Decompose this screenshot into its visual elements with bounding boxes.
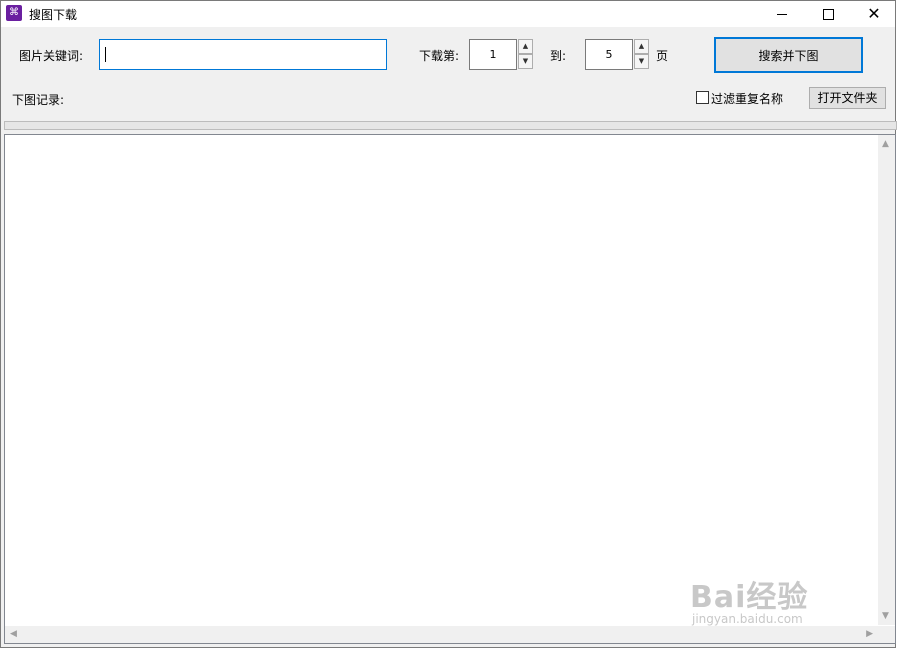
page-unit-label: 页 <box>656 49 669 63</box>
log-label: 下图记录: <box>12 93 65 107</box>
spin-down-icon[interactable]: ▼ <box>634 54 649 69</box>
search-download-button[interactable]: 搜索并下图 <box>714 37 863 73</box>
scroll-down-icon[interactable]: ▼ <box>882 611 889 621</box>
to-page-stepper[interactable]: 5 ▲ ▼ <box>585 39 649 70</box>
keyword-label: 图片关键词: <box>19 49 84 63</box>
close-button[interactable]: ✕ <box>851 1 897 27</box>
to-label: 到: <box>550 49 567 63</box>
minimize-icon <box>777 13 787 15</box>
window-title: 搜图下载 <box>29 8 78 22</box>
scroll-left-icon[interactable]: ◀ <box>10 629 17 639</box>
open-folder-button[interactable]: 打开文件夹 <box>809 87 886 109</box>
scroll-corner <box>878 626 895 643</box>
from-page-value[interactable]: 1 <box>469 39 517 70</box>
close-icon: ✕ <box>867 4 881 23</box>
scroll-up-icon[interactable]: ▲ <box>882 139 889 149</box>
from-page-stepper[interactable]: 1 ▲ ▼ <box>469 39 533 70</box>
filter-duplicates-label[interactable]: 过滤重复名称 <box>711 90 783 107</box>
download-from-label: 下载第: <box>419 49 460 63</box>
title-bar: ⌘ 搜图下载 ✕ <box>1 1 895 27</box>
to-page-value[interactable]: 5 <box>585 39 633 70</box>
watermark: Bai经验 jingyan.baidu.com <box>690 572 809 626</box>
vertical-scrollbar[interactable]: ▲ ▼ <box>878 135 895 625</box>
download-log-list[interactable]: ▲ ▼ ◀ ▶ <box>4 134 896 644</box>
watermark-logo: Bai经验 <box>690 580 809 615</box>
minimize-button[interactable] <box>759 1 805 27</box>
scroll-right-icon[interactable]: ▶ <box>866 629 873 639</box>
main-window: ⌘ 搜图下载 ✕ 图片关键词: 下载第: 1 ▲ ▼ 到: 5 ▲ ▼ 页 搜索… <box>0 0 897 648</box>
checkbox-icon[interactable] <box>696 91 709 104</box>
spin-down-icon[interactable]: ▼ <box>518 54 533 69</box>
horizontal-scrollbar[interactable]: ◀ ▶ <box>5 626 878 643</box>
maximize-button[interactable] <box>805 1 851 27</box>
app-icon: ⌘ <box>6 5 22 21</box>
progress-bar <box>4 121 897 130</box>
keyword-input[interactable] <box>99 39 387 70</box>
text-caret <box>105 47 106 62</box>
watermark-url: jingyan.baidu.com <box>692 612 803 626</box>
spin-up-icon[interactable]: ▲ <box>518 39 533 54</box>
maximize-icon <box>822 8 834 20</box>
spin-up-icon[interactable]: ▲ <box>634 39 649 54</box>
